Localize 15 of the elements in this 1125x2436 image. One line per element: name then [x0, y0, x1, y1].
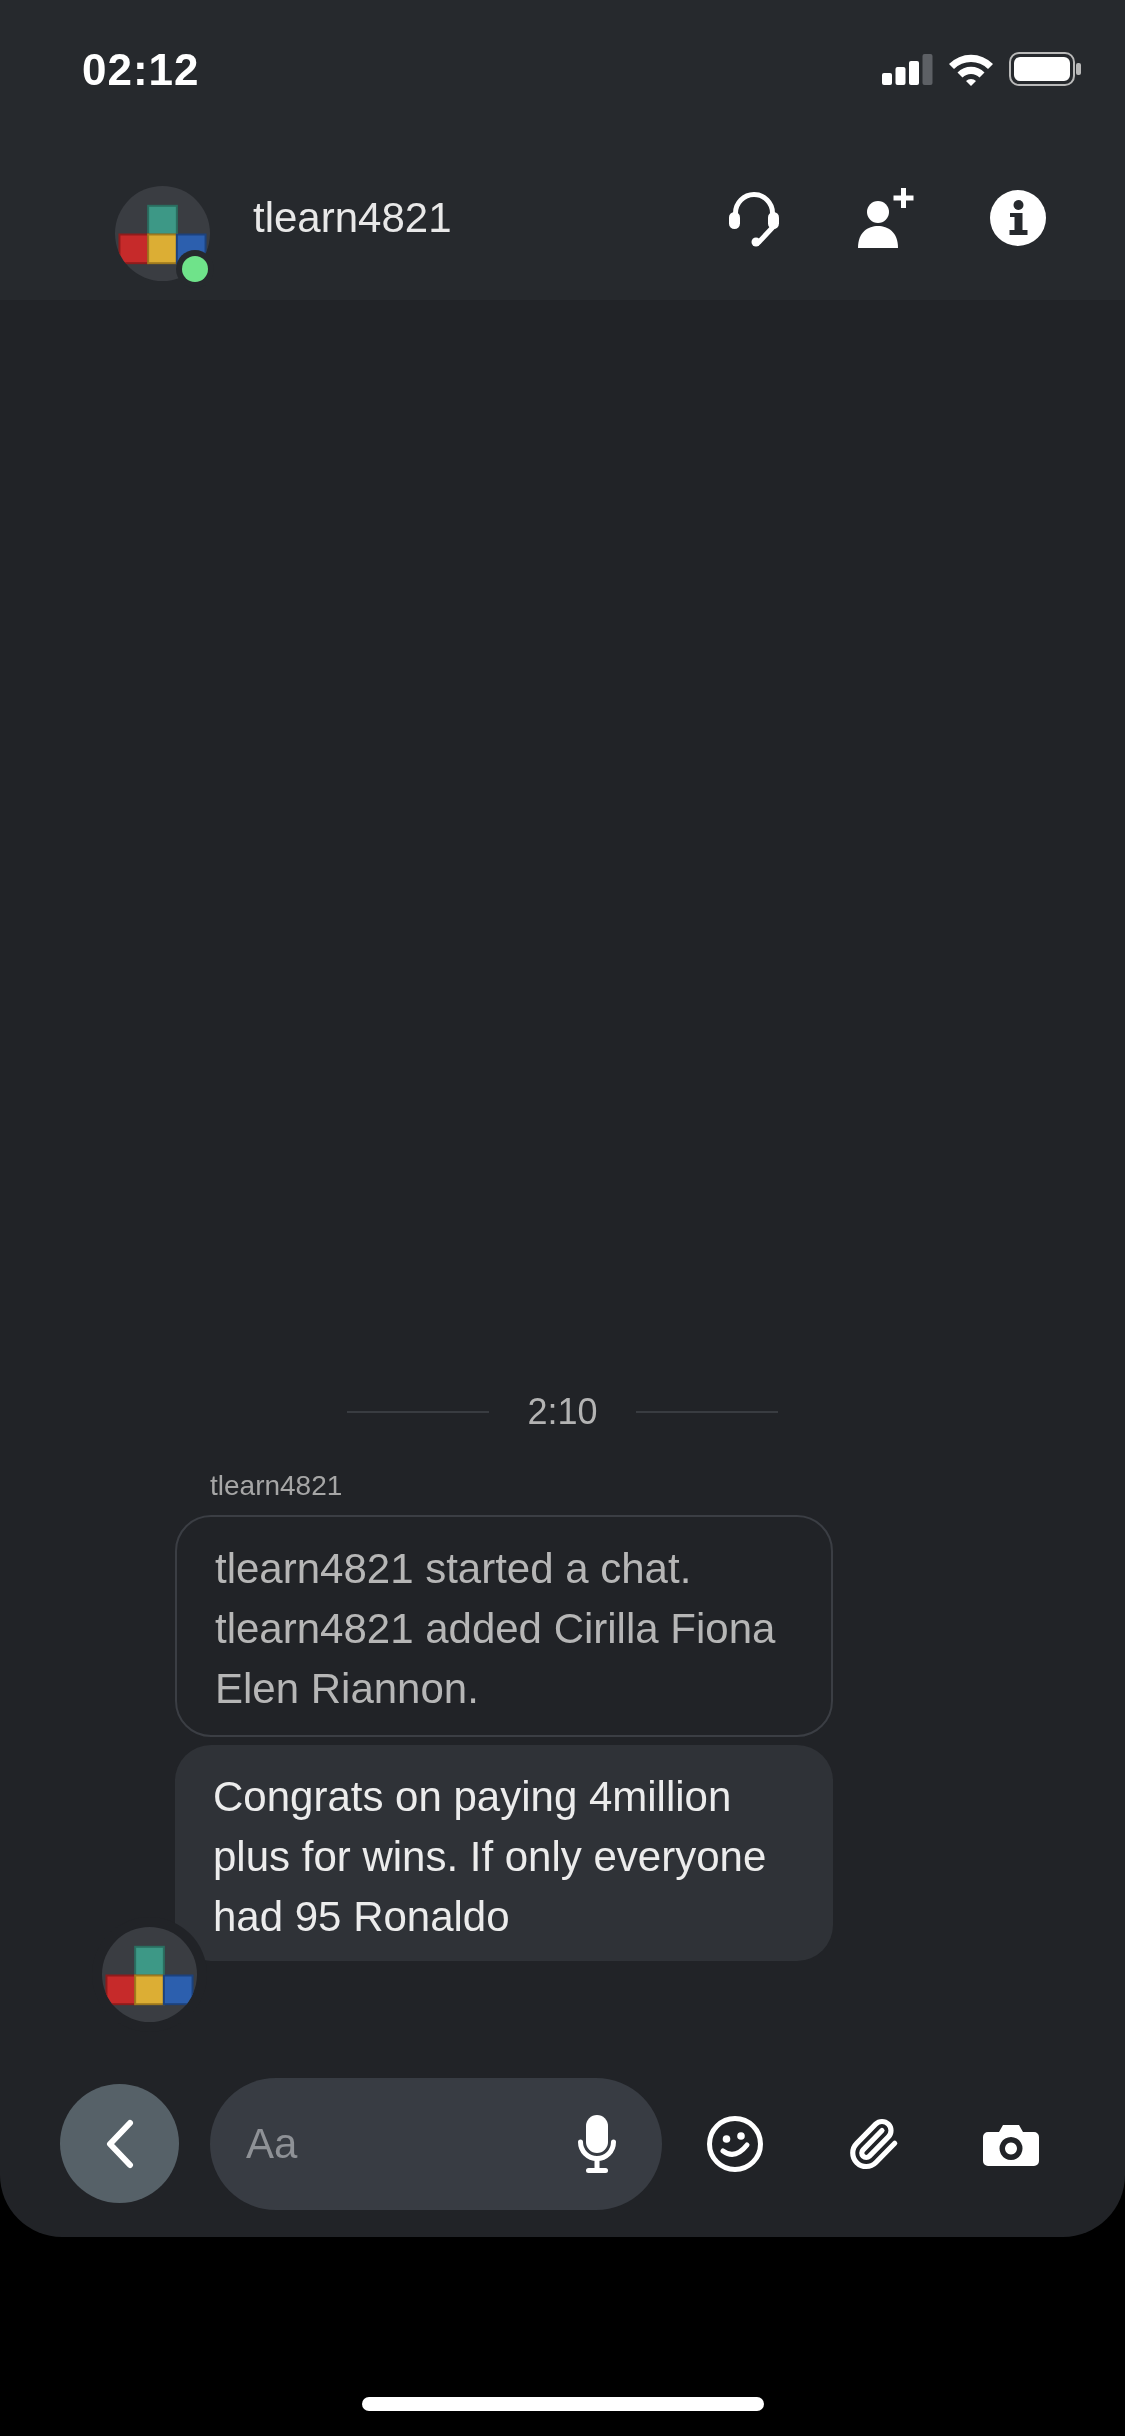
timestamp: 2:10: [527, 1390, 598, 1434]
status-time: 02:12: [82, 46, 200, 94]
message-input-field[interactable]: Aa: [210, 2077, 662, 2210]
signal-icon: [882, 53, 933, 85]
message-bubble: Congrats on paying 4million plus for wins. If only everyone had 95 Ronaldo: [175, 1745, 833, 1961]
smiley-icon: [707, 2115, 763, 2172]
battery-icon: [1009, 52, 1082, 86]
chevron-left-icon: [104, 2118, 135, 2169]
sender-name: tlearn4821: [210, 1469, 343, 1503]
info-icon: [990, 190, 1046, 246]
system-message-bubble: tlearn4821 started a chat. tlearn4821 added Cirilla Fiona Elen Riannon.: [175, 1515, 833, 1737]
wifi-icon: [948, 52, 994, 86]
microphone-icon[interactable]: [577, 2114, 617, 2173]
headset-icon: [728, 189, 780, 247]
contact-name: tlearn4821: [253, 193, 453, 243]
